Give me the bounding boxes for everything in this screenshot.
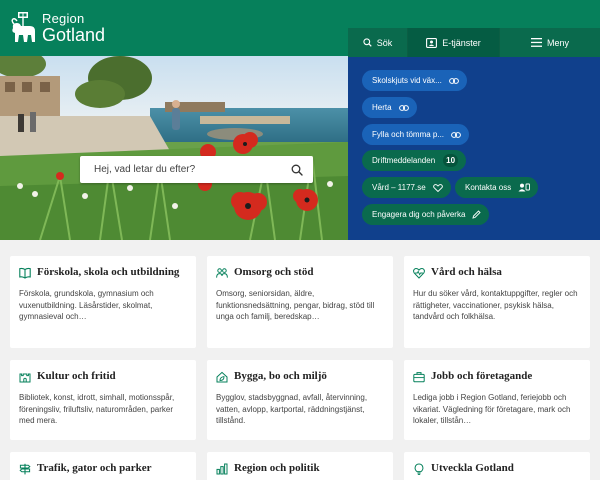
quicklink-driftmeddelanden[interactable]: Driftmeddelanden 10	[362, 150, 467, 171]
pencil-icon	[472, 210, 482, 219]
card-title: Omsorg och stöd	[234, 266, 314, 278]
people-icon	[216, 268, 228, 278]
menu-nav-label: Meny	[546, 37, 569, 48]
search-nav-button[interactable]: Sök	[348, 28, 408, 57]
card-description: Omsorg, seniorsidan, äldre, funktionsned…	[216, 289, 375, 321]
category-card-omsorg[interactable]: Omsorg och stöd Omsorg, seniorsidan, äld…	[207, 256, 393, 348]
hero-image	[0, 56, 348, 240]
hero-photo	[0, 56, 348, 240]
house-leaf-icon	[216, 371, 228, 383]
category-card-jobb[interactable]: Jobb och företagande Lediga jobb i Regio…	[404, 360, 590, 440]
category-card-trafik[interactable]: Trafik, gator och parker	[10, 452, 196, 480]
search-icon[interactable]	[291, 164, 303, 176]
quicklink-label: Kontakta oss	[465, 183, 512, 192]
quicklink-kontakta-oss[interactable]: Kontakta oss	[455, 177, 539, 198]
category-card-region-politik[interactable]: Region och politik	[207, 452, 393, 480]
card-title: Förskola, skola och utbildning	[37, 266, 180, 278]
category-card-bygga[interactable]: Bygga, bo och miljö Bygglov, stadsbyggna…	[207, 360, 393, 440]
card-title: Trafik, gator och parker	[37, 462, 152, 474]
card-title: Jobb och företagande	[431, 370, 533, 382]
quicklink-label: Engagera dig och påverka	[372, 210, 466, 219]
quicklinks-panel: Sök E-tjänster Meny Skolskjuts vid väx..…	[348, 28, 600, 240]
link-icon	[398, 104, 409, 111]
search-input[interactable]	[94, 164, 284, 175]
card-description: Bygglov, stadsbyggnad, avfall, återvinni…	[216, 393, 368, 425]
link-icon	[432, 183, 443, 192]
logo-text-region: Region	[42, 11, 85, 26]
site-search-box	[80, 156, 313, 183]
search-icon	[363, 38, 372, 47]
quicklink-label: Fylla och tömma p...	[372, 130, 445, 139]
link-icon	[451, 131, 461, 138]
quicklink-fylla[interactable]: Fylla och tömma p...	[362, 124, 470, 145]
category-card-kultur[interactable]: Kultur och fritid Bibliotek, konst, idro…	[10, 360, 196, 440]
quicklink-label: Skolskjuts vid väx...	[372, 76, 442, 85]
card-description: Hur du söker vård, kontaktuppgifter, reg…	[413, 289, 578, 321]
quicklink-vard-1177[interactable]: Vård – 1177.se	[362, 177, 451, 198]
logo-text-gotland: Gotland	[42, 25, 106, 45]
quicklink-label: Herta	[372, 103, 392, 112]
eservices-nav-label: E-tjänster	[442, 37, 481, 48]
quicklink-engagera[interactable]: Engagera dig och påverka	[362, 204, 490, 225]
card-description: Bibliotek, konst, idrott, simhall, motio…	[19, 393, 175, 425]
heart-pulse-icon	[413, 267, 425, 279]
lightbulb-icon	[414, 463, 424, 475]
signpost-icon	[19, 463, 31, 475]
briefcase-icon	[413, 372, 425, 383]
link-icon	[448, 77, 459, 84]
region-gotland-logo[interactable]: Region Gotland	[10, 12, 105, 46]
bar-chart-icon	[216, 463, 228, 475]
eservices-icon	[426, 37, 438, 48]
menu-nav-button[interactable]: Meny	[500, 28, 600, 57]
category-card-utveckla[interactable]: Utveckla Gotland	[404, 452, 590, 480]
category-card-forskola[interactable]: Förskola, skola och utbildning Förskola,…	[10, 256, 196, 348]
search-nav-label: Sök	[376, 37, 393, 48]
quicklink-label: Vård – 1177.se	[372, 183, 426, 192]
card-description: Lediga jobb i Region Gotland, feriejobb …	[413, 393, 571, 425]
card-description: Förskola, grundskola, gymnasium och vuxe…	[19, 289, 154, 321]
book-icon	[19, 267, 31, 279]
count-badge: 10	[443, 154, 459, 167]
category-card-vard[interactable]: Vård och hälsa Hur du söker vård, kontak…	[404, 256, 590, 348]
ram-emblem-icon	[11, 12, 36, 42]
card-title: Vård och hälsa	[431, 266, 502, 278]
quicklink-herta[interactable]: Herta	[362, 97, 417, 118]
card-title: Bygga, bo och miljö	[234, 370, 327, 382]
top-nav: Sök E-tjänster Meny	[348, 28, 600, 57]
hamburger-icon	[530, 38, 542, 47]
castle-icon	[19, 373, 31, 383]
contact-icon	[518, 183, 531, 192]
card-title: Utveckla Gotland	[431, 462, 514, 474]
card-title: Kultur och fritid	[37, 370, 116, 382]
card-title: Region och politik	[234, 462, 320, 474]
quicklink-label: Driftmeddelanden	[372, 156, 436, 165]
eservices-nav-button[interactable]: E-tjänster	[408, 28, 500, 57]
quicklink-skolskjuts[interactable]: Skolskjuts vid väx...	[362, 70, 467, 91]
